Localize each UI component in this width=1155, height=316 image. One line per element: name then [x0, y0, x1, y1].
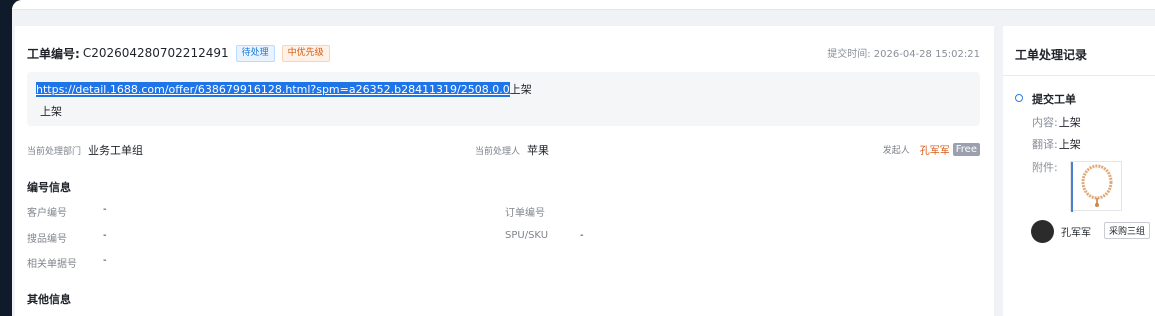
customer-no-value: -: [103, 204, 107, 215]
record-panel-title: 工单处理记录: [1015, 48, 1088, 62]
link-suffix: 上架: [509, 83, 532, 96]
record-translation-label: 翻译:: [1032, 138, 1058, 151]
ids-section-title: 编号信息: [27, 181, 71, 194]
ticket-content-box: https://detail.1688.com/offer/6386799161…: [27, 72, 980, 126]
other-section-title: 其他信息: [27, 293, 71, 306]
originator-free-tag: Free: [952, 143, 980, 156]
related-doc-label: 相关单据号: [27, 259, 77, 270]
record-translation: 翻译:上架: [1032, 136, 1081, 152]
handler-label: 当前处理人: [475, 146, 521, 157]
user-avatar: [1031, 220, 1054, 243]
top-bar: [12, 0, 1155, 10]
timeline-event-title: 提交工单: [1032, 93, 1076, 106]
submit-time-value: 2026-04-28 15:02:21: [873, 49, 980, 60]
priority-badge: 中优先级: [281, 44, 330, 62]
record-translation-value: 上架: [1058, 138, 1081, 151]
record-panel: 工单处理记录 提交工单 内容:上架 翻译:上架 附件: 孔军军 采购三组: [1003, 26, 1155, 316]
attachment-thumbnail[interactable]: [1070, 161, 1122, 212]
product-link[interactable]: https://detail.1688.com/offer/6386799161…: [36, 82, 510, 97]
customer-no-label: 客户编号: [27, 208, 67, 219]
status-badge: 待处理: [235, 44, 275, 62]
app-frame: 工单编号: C202604280702212491 待处理 中优先级 提交时间:…: [12, 0, 1155, 316]
content-link-line: https://detail.1688.com/offer/6386799161…: [36, 81, 532, 97]
submit-time: 提交时间: 2026-04-28 15:02:21: [827, 45, 980, 60]
current-handler: 当前处理人 苹果: [475, 142, 549, 158]
current-dept: 当前处理部门 业务工单组: [27, 142, 143, 158]
submit-time-label: 提交时间:: [827, 49, 871, 60]
record-user-name: 孔军军: [1061, 228, 1091, 239]
ticket-id: C202604280702212491: [82, 46, 229, 60]
originator-name[interactable]: 孔军军: [920, 142, 950, 157]
ticket-detail-panel: 工单编号: C202604280702212491 待处理 中优先级 提交时间:…: [15, 26, 994, 316]
content-body: 上架: [40, 105, 62, 118]
sourcing-no-label: 搜品编号: [27, 234, 67, 245]
handler-value: 苹果: [527, 144, 550, 157]
record-content: 内容:上架: [1032, 114, 1081, 130]
record-content-label: 内容:: [1032, 116, 1058, 129]
spu-label: SPU/SKU: [505, 230, 549, 241]
related-doc-value: -: [103, 255, 107, 266]
bead-necklace-image-icon: [1071, 162, 1113, 212]
record-content-value: 上架: [1058, 116, 1081, 129]
spu-value: -: [580, 230, 584, 241]
dept-label: 当前处理部门: [27, 146, 82, 157]
record-attachment-label: 附件:: [1032, 161, 1058, 174]
order-no-label: 订单编号: [505, 208, 545, 219]
dept-value: 业务工单组: [88, 144, 144, 157]
originator: 发起人 孔军军 Free: [883, 142, 980, 157]
timeline-dot-icon: [1015, 94, 1023, 102]
sourcing-no-value: -: [103, 230, 107, 241]
record-divider: [1003, 75, 1155, 76]
originator-label: 发起人: [882, 146, 910, 156]
record-user-group: 采购三组: [1104, 222, 1151, 239]
ticket-id-label: 工单编号:: [27, 46, 80, 61]
ticket-title-row: 工单编号: C202604280702212491 待处理 中优先级: [27, 43, 330, 63]
